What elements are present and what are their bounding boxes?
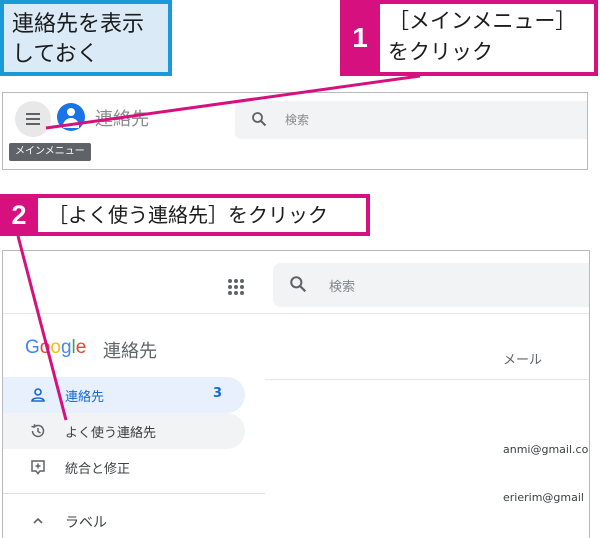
sidebar-item-merge[interactable]: 統合と修正 <box>3 449 245 485</box>
sidebar-item-label: よく使う連絡先 <box>65 426 157 441</box>
sidebar-item-label: 統合と修正 <box>65 462 131 477</box>
divider <box>3 493 265 494</box>
screenshot-header: 連絡先 検索 メインメニュー <box>2 92 588 170</box>
app-title: 連絡先 <box>95 109 149 130</box>
search-icon <box>252 112 267 127</box>
sidebar-app-title: 連絡先 <box>103 341 157 362</box>
email-column-header: メール <box>503 353 543 368</box>
divider <box>3 313 265 314</box>
main-menu-button[interactable] <box>15 101 51 137</box>
merge-fix-icon <box>31 460 45 475</box>
person-icon <box>31 388 45 402</box>
google-logo: Google <box>25 337 87 358</box>
step-1-callout: 1 ［メインメニュー］ をクリック <box>340 0 598 76</box>
hamburger-icon <box>26 113 40 125</box>
divider <box>265 313 589 314</box>
contacts-count-badge: 3 <box>213 386 223 401</box>
step-2-callout: 2 ［よく使う連絡先］をクリック <box>0 194 370 236</box>
main-menu-tooltip: メインメニュー <box>9 143 91 161</box>
apps-grid-icon[interactable] <box>228 279 244 295</box>
contact-email[interactable]: erierim@gmail <box>503 491 584 504</box>
search-bar[interactable]: 検索 <box>235 101 587 139</box>
divider <box>265 379 589 380</box>
search-placeholder: 検索 <box>285 113 310 127</box>
step-2-number: 2 <box>11 200 27 230</box>
contact-email[interactable]: anmi@gmail.co <box>503 443 588 456</box>
step-1-text: ［メインメニュー］ をクリック <box>380 4 594 72</box>
history-icon <box>31 424 45 438</box>
step-1-number: 1 <box>352 22 368 53</box>
main-content: 検索 メール anmi@gmail.co erierim@gmail <box>265 251 589 538</box>
sidebar-item-label: ラベル <box>65 515 107 531</box>
sidebar-item-label: 連絡先 <box>65 390 105 405</box>
search-placeholder: 検索 <box>329 280 356 295</box>
step-2-text: ［よく使う連絡先］をクリック <box>38 198 366 232</box>
contacts-logo-icon <box>57 103 85 131</box>
sidebar: Google 連絡先 連絡先 3 よく使う連絡先 統合と修正 ラベル <box>3 251 265 538</box>
chevron-up-icon <box>33 517 43 524</box>
search-icon <box>290 276 307 293</box>
sidebar-item-contacts[interactable]: 連絡先 3 <box>3 377 245 413</box>
sidebar-item-frequent[interactable]: よく使う連絡先 <box>3 413 245 449</box>
caption-box: 連絡先を表示 しておく <box>0 0 172 76</box>
search-bar[interactable]: 検索 <box>273 263 589 307</box>
sidebar-item-labels[interactable]: ラベル <box>3 503 265 538</box>
screenshot-sidebar: Google 連絡先 連絡先 3 よく使う連絡先 統合と修正 ラベル 検索 メー… <box>2 250 590 538</box>
